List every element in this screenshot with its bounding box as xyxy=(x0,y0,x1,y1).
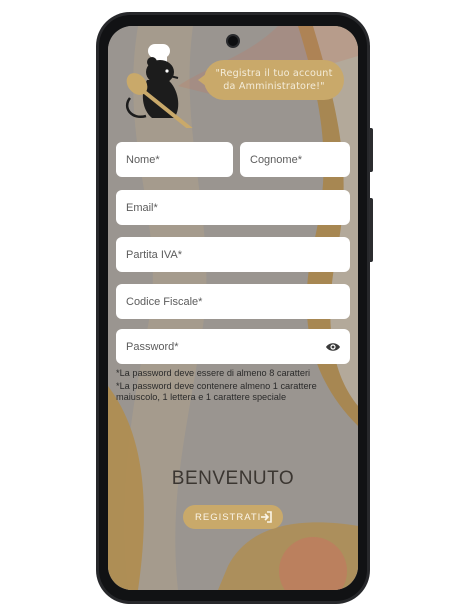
welcome-title: BENVENUTO xyxy=(171,468,295,489)
speech-bubble: "Registra il tuo account da Amministrato… xyxy=(198,60,344,100)
codice-fiscale-field[interactable]: Codice Fiscale* xyxy=(116,284,350,319)
speech-bubble-tail xyxy=(198,74,206,86)
partita-iva-placeholder: Partita IVA* xyxy=(126,248,183,261)
login-arrow-icon xyxy=(261,511,272,523)
register-button[interactable]: REGISTRATI xyxy=(183,505,283,529)
nome-placeholder: Nome* xyxy=(126,153,160,166)
password-rule-chars: *La password deve contenere almeno 1 car… xyxy=(116,381,317,391)
password-placeholder: Password* xyxy=(126,340,179,353)
bubble-line-2: da Amministratore!" xyxy=(223,81,325,92)
cognome-placeholder: Cognome* xyxy=(250,153,302,166)
partita-iva-field[interactable]: Partita IVA* xyxy=(116,237,350,272)
register-label: REGISTRATI xyxy=(195,511,262,523)
codice-fiscale-placeholder: Codice Fiscale* xyxy=(126,295,203,308)
password-rule-length: *La password deve essere di almeno 8 car… xyxy=(116,368,311,378)
password-field[interactable]: Password* xyxy=(116,329,350,364)
email-placeholder: Email* xyxy=(126,201,158,214)
email-field[interactable]: Email* xyxy=(116,190,350,225)
nome-field[interactable]: Nome* xyxy=(116,142,233,177)
volume-button xyxy=(369,128,373,172)
cognome-field[interactable]: Cognome* xyxy=(240,142,350,177)
password-rule-chars-cont: maiuscolo, 1 lettera e 1 carattere speci… xyxy=(116,392,287,402)
power-button xyxy=(369,198,373,262)
front-camera xyxy=(228,36,238,46)
eye-icon[interactable] xyxy=(325,341,341,353)
chef-rat-logo xyxy=(125,44,193,128)
bubble-line-1: "Registra il tuo account xyxy=(215,68,333,79)
